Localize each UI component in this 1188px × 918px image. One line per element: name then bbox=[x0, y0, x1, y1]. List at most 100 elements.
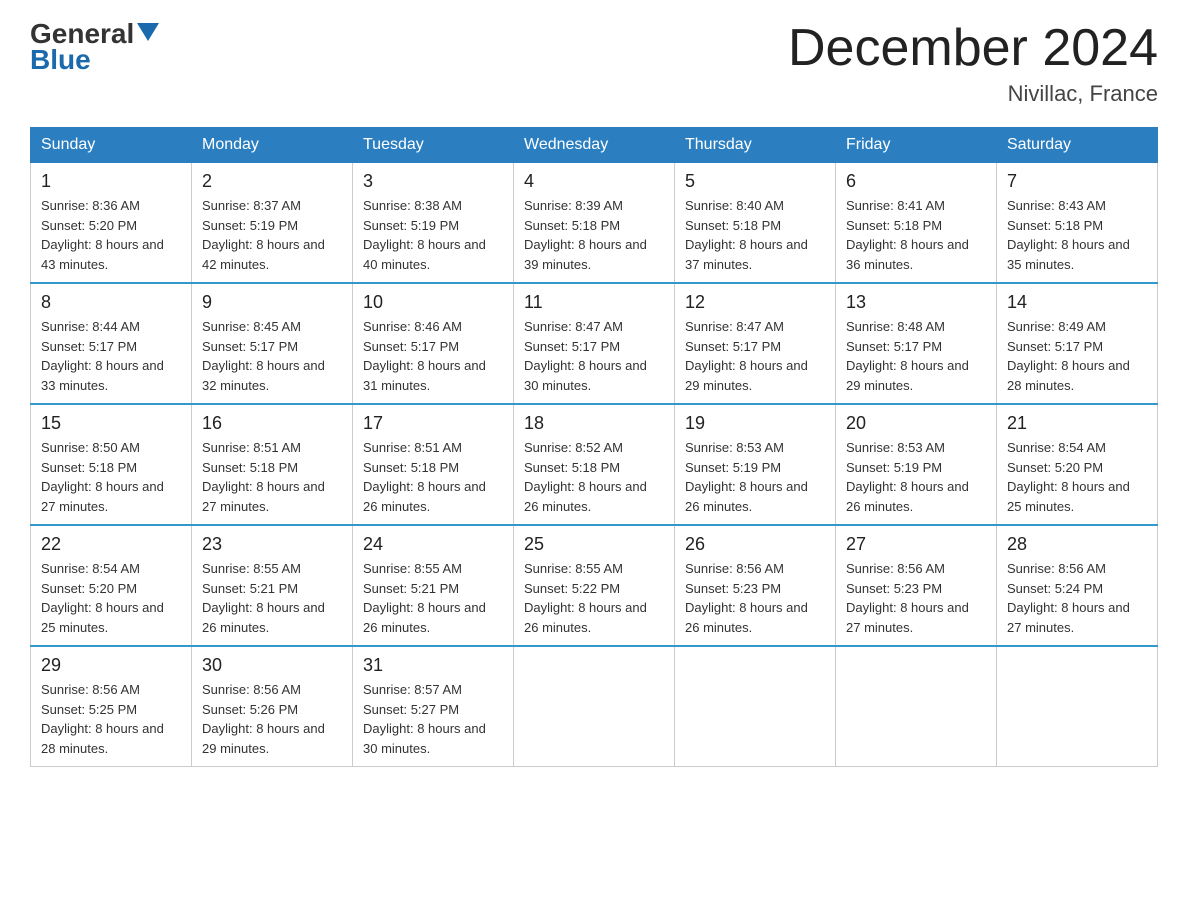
calendar-cell: 29 Sunrise: 8:56 AM Sunset: 5:25 PM Dayl… bbox=[31, 646, 192, 767]
day-number: 29 bbox=[41, 655, 181, 676]
day-number: 7 bbox=[1007, 171, 1147, 192]
day-number: 19 bbox=[685, 413, 825, 434]
calendar-cell: 6 Sunrise: 8:41 AM Sunset: 5:18 PM Dayli… bbox=[836, 163, 997, 284]
logo-blue: Blue bbox=[30, 44, 91, 76]
title-area: December 2024 Nivillac, France bbox=[788, 20, 1158, 107]
calendar-cell: 26 Sunrise: 8:56 AM Sunset: 5:23 PM Dayl… bbox=[675, 525, 836, 646]
day-number: 21 bbox=[1007, 413, 1147, 434]
day-number: 14 bbox=[1007, 292, 1147, 313]
calendar-cell: 25 Sunrise: 8:55 AM Sunset: 5:22 PM Dayl… bbox=[514, 525, 675, 646]
day-number: 20 bbox=[846, 413, 986, 434]
day-number: 28 bbox=[1007, 534, 1147, 555]
day-info: Sunrise: 8:47 AM Sunset: 5:17 PM Dayligh… bbox=[524, 317, 664, 395]
header-wednesday: Wednesday bbox=[514, 128, 675, 163]
calendar-cell: 10 Sunrise: 8:46 AM Sunset: 5:17 PM Dayl… bbox=[353, 283, 514, 404]
day-info: Sunrise: 8:46 AM Sunset: 5:17 PM Dayligh… bbox=[363, 317, 503, 395]
day-info: Sunrise: 8:54 AM Sunset: 5:20 PM Dayligh… bbox=[1007, 438, 1147, 516]
calendar-cell: 15 Sunrise: 8:50 AM Sunset: 5:18 PM Dayl… bbox=[31, 404, 192, 525]
day-info: Sunrise: 8:56 AM Sunset: 5:25 PM Dayligh… bbox=[41, 680, 181, 758]
day-number: 30 bbox=[202, 655, 342, 676]
day-info: Sunrise: 8:52 AM Sunset: 5:18 PM Dayligh… bbox=[524, 438, 664, 516]
day-info: Sunrise: 8:43 AM Sunset: 5:18 PM Dayligh… bbox=[1007, 196, 1147, 274]
day-info: Sunrise: 8:45 AM Sunset: 5:17 PM Dayligh… bbox=[202, 317, 342, 395]
day-number: 16 bbox=[202, 413, 342, 434]
day-number: 13 bbox=[846, 292, 986, 313]
day-number: 11 bbox=[524, 292, 664, 313]
calendar-cell bbox=[997, 646, 1158, 767]
calendar-cell: 18 Sunrise: 8:52 AM Sunset: 5:18 PM Dayl… bbox=[514, 404, 675, 525]
calendar-subtitle: Nivillac, France bbox=[788, 81, 1158, 107]
calendar-cell: 13 Sunrise: 8:48 AM Sunset: 5:17 PM Dayl… bbox=[836, 283, 997, 404]
day-info: Sunrise: 8:55 AM Sunset: 5:22 PM Dayligh… bbox=[524, 559, 664, 637]
day-info: Sunrise: 8:56 AM Sunset: 5:26 PM Dayligh… bbox=[202, 680, 342, 758]
day-info: Sunrise: 8:56 AM Sunset: 5:23 PM Dayligh… bbox=[846, 559, 986, 637]
day-info: Sunrise: 8:55 AM Sunset: 5:21 PM Dayligh… bbox=[363, 559, 503, 637]
week-row-2: 8 Sunrise: 8:44 AM Sunset: 5:17 PM Dayli… bbox=[31, 283, 1158, 404]
calendar-cell bbox=[514, 646, 675, 767]
week-row-3: 15 Sunrise: 8:50 AM Sunset: 5:18 PM Dayl… bbox=[31, 404, 1158, 525]
day-info: Sunrise: 8:51 AM Sunset: 5:18 PM Dayligh… bbox=[202, 438, 342, 516]
day-info: Sunrise: 8:36 AM Sunset: 5:20 PM Dayligh… bbox=[41, 196, 181, 274]
header-saturday: Saturday bbox=[997, 128, 1158, 163]
day-number: 6 bbox=[846, 171, 986, 192]
day-info: Sunrise: 8:38 AM Sunset: 5:19 PM Dayligh… bbox=[363, 196, 503, 274]
day-info: Sunrise: 8:48 AM Sunset: 5:17 PM Dayligh… bbox=[846, 317, 986, 395]
day-number: 23 bbox=[202, 534, 342, 555]
calendar-cell bbox=[675, 646, 836, 767]
day-number: 5 bbox=[685, 171, 825, 192]
day-info: Sunrise: 8:41 AM Sunset: 5:18 PM Dayligh… bbox=[846, 196, 986, 274]
calendar-cell bbox=[836, 646, 997, 767]
calendar-cell: 31 Sunrise: 8:57 AM Sunset: 5:27 PM Dayl… bbox=[353, 646, 514, 767]
calendar-cell: 2 Sunrise: 8:37 AM Sunset: 5:19 PM Dayli… bbox=[192, 163, 353, 284]
day-number: 8 bbox=[41, 292, 181, 313]
day-number: 3 bbox=[363, 171, 503, 192]
day-info: Sunrise: 8:54 AM Sunset: 5:20 PM Dayligh… bbox=[41, 559, 181, 637]
week-row-1: 1 Sunrise: 8:36 AM Sunset: 5:20 PM Dayli… bbox=[31, 163, 1158, 284]
logo: General Blue bbox=[30, 20, 159, 76]
day-number: 25 bbox=[524, 534, 664, 555]
day-number: 24 bbox=[363, 534, 503, 555]
calendar-cell: 16 Sunrise: 8:51 AM Sunset: 5:18 PM Dayl… bbox=[192, 404, 353, 525]
day-number: 31 bbox=[363, 655, 503, 676]
day-number: 2 bbox=[202, 171, 342, 192]
calendar-cell: 12 Sunrise: 8:47 AM Sunset: 5:17 PM Dayl… bbox=[675, 283, 836, 404]
day-info: Sunrise: 8:51 AM Sunset: 5:18 PM Dayligh… bbox=[363, 438, 503, 516]
day-number: 27 bbox=[846, 534, 986, 555]
calendar-cell: 30 Sunrise: 8:56 AM Sunset: 5:26 PM Dayl… bbox=[192, 646, 353, 767]
day-info: Sunrise: 8:40 AM Sunset: 5:18 PM Dayligh… bbox=[685, 196, 825, 274]
day-info: Sunrise: 8:57 AM Sunset: 5:27 PM Dayligh… bbox=[363, 680, 503, 758]
day-number: 26 bbox=[685, 534, 825, 555]
calendar-cell: 3 Sunrise: 8:38 AM Sunset: 5:19 PM Dayli… bbox=[353, 163, 514, 284]
day-info: Sunrise: 8:53 AM Sunset: 5:19 PM Dayligh… bbox=[685, 438, 825, 516]
calendar-cell: 9 Sunrise: 8:45 AM Sunset: 5:17 PM Dayli… bbox=[192, 283, 353, 404]
calendar-cell: 8 Sunrise: 8:44 AM Sunset: 5:17 PM Dayli… bbox=[31, 283, 192, 404]
days-header-row: Sunday Monday Tuesday Wednesday Thursday… bbox=[31, 128, 1158, 163]
calendar-cell: 7 Sunrise: 8:43 AM Sunset: 5:18 PM Dayli… bbox=[997, 163, 1158, 284]
calendar-cell: 23 Sunrise: 8:55 AM Sunset: 5:21 PM Dayl… bbox=[192, 525, 353, 646]
day-number: 1 bbox=[41, 171, 181, 192]
calendar-cell: 11 Sunrise: 8:47 AM Sunset: 5:17 PM Dayl… bbox=[514, 283, 675, 404]
day-info: Sunrise: 8:55 AM Sunset: 5:21 PM Dayligh… bbox=[202, 559, 342, 637]
day-number: 10 bbox=[363, 292, 503, 313]
header-thursday: Thursday bbox=[675, 128, 836, 163]
calendar-cell: 4 Sunrise: 8:39 AM Sunset: 5:18 PM Dayli… bbox=[514, 163, 675, 284]
day-number: 12 bbox=[685, 292, 825, 313]
week-row-4: 22 Sunrise: 8:54 AM Sunset: 5:20 PM Dayl… bbox=[31, 525, 1158, 646]
day-number: 9 bbox=[202, 292, 342, 313]
header-sunday: Sunday bbox=[31, 128, 192, 163]
logo-triangle-icon bbox=[137, 23, 159, 41]
day-info: Sunrise: 8:47 AM Sunset: 5:17 PM Dayligh… bbox=[685, 317, 825, 395]
calendar-cell: 20 Sunrise: 8:53 AM Sunset: 5:19 PM Dayl… bbox=[836, 404, 997, 525]
day-number: 17 bbox=[363, 413, 503, 434]
day-info: Sunrise: 8:39 AM Sunset: 5:18 PM Dayligh… bbox=[524, 196, 664, 274]
day-info: Sunrise: 8:44 AM Sunset: 5:17 PM Dayligh… bbox=[41, 317, 181, 395]
header: General Blue December 2024 Nivillac, Fra… bbox=[30, 20, 1158, 107]
calendar-cell: 22 Sunrise: 8:54 AM Sunset: 5:20 PM Dayl… bbox=[31, 525, 192, 646]
calendar-cell: 28 Sunrise: 8:56 AM Sunset: 5:24 PM Dayl… bbox=[997, 525, 1158, 646]
day-info: Sunrise: 8:50 AM Sunset: 5:18 PM Dayligh… bbox=[41, 438, 181, 516]
day-info: Sunrise: 8:49 AM Sunset: 5:17 PM Dayligh… bbox=[1007, 317, 1147, 395]
header-monday: Monday bbox=[192, 128, 353, 163]
day-info: Sunrise: 8:37 AM Sunset: 5:19 PM Dayligh… bbox=[202, 196, 342, 274]
calendar-cell: 27 Sunrise: 8:56 AM Sunset: 5:23 PM Dayl… bbox=[836, 525, 997, 646]
calendar-cell: 1 Sunrise: 8:36 AM Sunset: 5:20 PM Dayli… bbox=[31, 163, 192, 284]
